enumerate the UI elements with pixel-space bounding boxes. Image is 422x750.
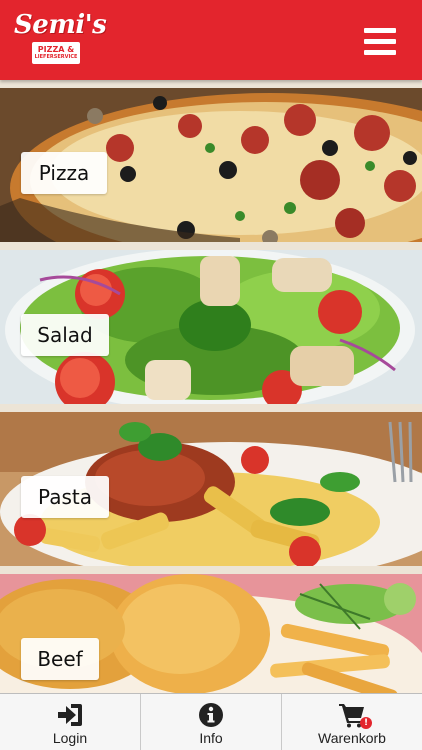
category-tile-beef[interactable]: Beef (0, 574, 422, 694)
category-tile-pasta[interactable]: Pasta (0, 412, 422, 566)
category-tile-pizza[interactable]: Pizza (0, 88, 422, 242)
info-icon (197, 702, 225, 728)
app-header: Semi's PIZZA & LIEFERSERVICE (0, 0, 422, 80)
bottom-tab-bar: Login Info ! Warenkorb (0, 693, 422, 750)
tab-info[interactable]: Info (140, 694, 281, 750)
login-arrow-icon (56, 702, 84, 728)
cart-icon: ! (338, 702, 372, 729)
logo-badge: PIZZA & LIEFERSERVICE (32, 42, 80, 64)
semis-logo[interactable]: Semi's PIZZA & LIEFERSERVICE (14, 10, 107, 66)
tab-login-label: Login (52, 730, 88, 746)
hamburger-menu-icon[interactable] (364, 28, 396, 56)
category-label-salad: Salad (21, 314, 109, 356)
logo-subtitle: PIZZA & (37, 45, 75, 54)
category-label-beef: Beef (21, 638, 99, 680)
logo-text: Semi's (14, 10, 107, 40)
tab-info-label: Info (199, 730, 223, 746)
tab-cart-label: Warenkorb (318, 730, 386, 746)
tab-cart[interactable]: ! Warenkorb (281, 694, 422, 750)
category-label-pasta: Pasta (21, 476, 109, 518)
category-label-pizza: Pizza (21, 152, 107, 194)
tab-login[interactable]: Login (0, 694, 140, 750)
logo-tagline: LIEFERSERVICE (34, 54, 78, 60)
category-tile-salad[interactable]: Salad (0, 250, 422, 404)
cart-badge: ! (360, 717, 372, 729)
